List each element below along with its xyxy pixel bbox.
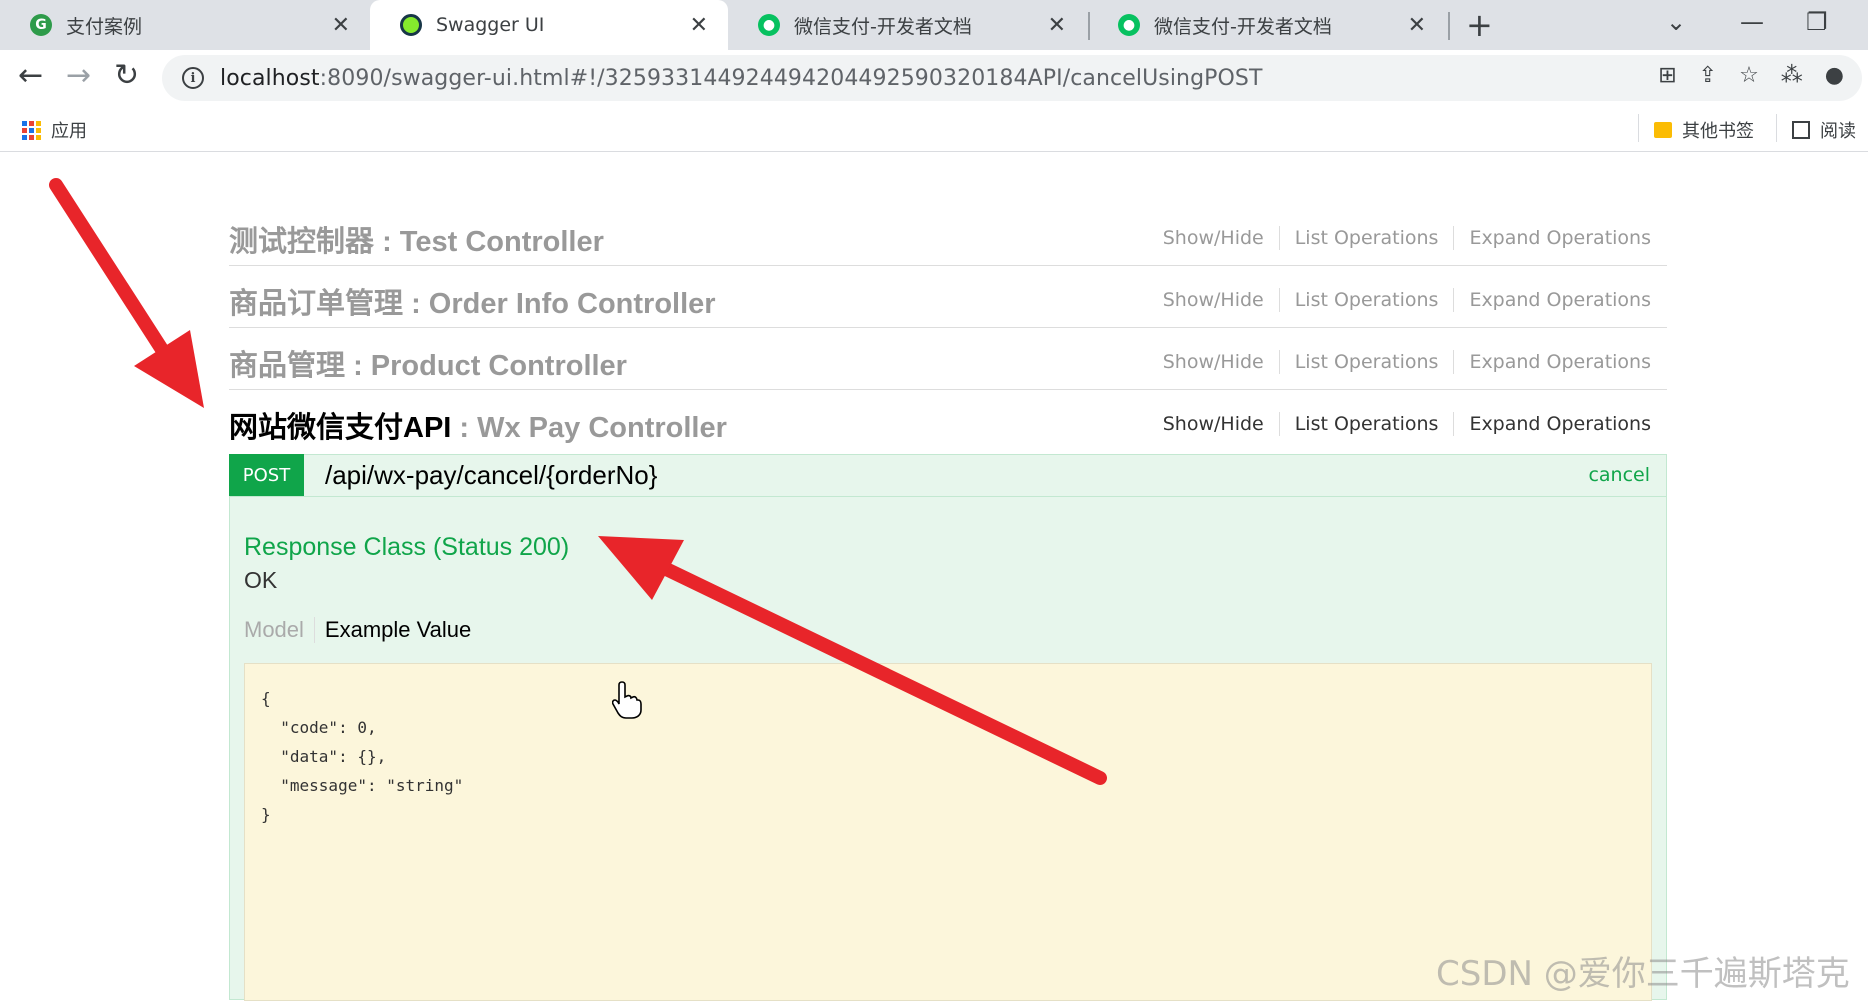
folder-icon (1654, 122, 1672, 138)
expand-operations-link[interactable]: Expand Operations (1454, 227, 1651, 249)
browser-tab-2[interactable]: Swagger UI ✕ (370, 0, 728, 50)
operation-heading[interactable]: POST /api/wx-pay/cancel/{orderNo} cancel (229, 454, 1666, 497)
resource-ops: Show/Hide List Operations Expand Operati… (1148, 350, 1651, 374)
resource-ops: Show/Hide List Operations Expand Operati… (1148, 412, 1651, 436)
resource-title[interactable]: 商品订单管理 : Order Info Controller (229, 280, 716, 322)
example-json: { "code": 0, "data": {}, "message": "str… (261, 689, 464, 824)
extension-icon[interactable]: ⁂ (1781, 63, 1803, 88)
show-hide-link[interactable]: Show/Hide (1148, 227, 1279, 249)
show-hide-link[interactable]: Show/Hide (1148, 289, 1279, 311)
profile-icon[interactable]: ● (1825, 63, 1844, 88)
star-icon[interactable]: ☆ (1739, 63, 1759, 88)
browser-tab-title: 支付案例 (66, 15, 143, 38)
tab-model[interactable]: Model (244, 617, 315, 643)
new-tab-button[interactable]: + (1466, 6, 1493, 44)
bookmark-separator (1638, 114, 1639, 142)
resource-product-controller: 商品管理 : Product Controller Show/Hide List… (229, 328, 1667, 390)
browser-toolbar: ← → ↻ i localhost:8090/swagger-ui.html#!… (0, 50, 1868, 108)
bookmark-separator (1776, 114, 1777, 142)
reload-icon[interactable]: ↻ (114, 58, 139, 93)
url-text[interactable]: localhost:8090/swagger-ui.html#!/3259331… (220, 66, 1263, 91)
expand-operations-link[interactable]: Expand Operations (1454, 351, 1651, 373)
close-icon[interactable]: ✕ (1048, 13, 1066, 38)
response-class-heading: Response Class (Status 200) (244, 533, 570, 561)
browser-tab-strip: G 支付案例 ✕ Swagger UI ✕ ● 微信支付-开发者文档 ✕ ● 微… (0, 0, 1868, 50)
list-operations-link[interactable]: List Operations (1280, 413, 1454, 435)
close-icon[interactable]: ✕ (1408, 13, 1426, 38)
close-icon[interactable]: ✕ (690, 13, 708, 38)
operation-post-cancel: POST /api/wx-pay/cancel/{orderNo} cancel… (229, 454, 1667, 1001)
other-bookmarks[interactable]: 其他书签 (1654, 117, 1754, 143)
list-operations-link[interactable]: List Operations (1280, 289, 1454, 311)
reading-list-label: 阅读 (1820, 121, 1856, 142)
browser-tab-title: 微信支付-开发者文档 (1154, 15, 1332, 38)
back-icon[interactable]: ← (18, 58, 43, 93)
expand-operations-link[interactable]: Expand Operations (1454, 289, 1651, 311)
apps-grid-icon (22, 120, 41, 140)
reading-list[interactable]: 阅读 (1792, 117, 1856, 143)
show-hide-link[interactable]: Show/Hide (1148, 351, 1279, 373)
apps-label: 应用 (51, 121, 87, 142)
arrow-pointing-wx-pay-controller (49, 178, 204, 408)
wechat-icon: ● (758, 14, 780, 36)
resource-test-controller: 测试控制器 : Test Controller Show/Hide List O… (229, 204, 1667, 266)
model-tabs: Model Example Value (244, 617, 471, 643)
browser-tab-3[interactable]: ● 微信支付-开发者文档 ✕ (728, 0, 1086, 50)
restore-icon[interactable]: ❐ (1806, 8, 1828, 36)
expand-operations-link[interactable]: Expand Operations (1454, 413, 1651, 435)
tab-search-icon[interactable]: ⌄ (1666, 8, 1686, 36)
forward-icon[interactable]: → (66, 58, 91, 93)
url-host: localhost (220, 65, 320, 91)
g-icon: G (30, 14, 52, 36)
swagger-icon (400, 14, 422, 36)
translate-icon[interactable]: ⊞ (1658, 63, 1676, 88)
browser-tab-4[interactable]: ● 微信支付-开发者文档 ✕ (1088, 0, 1446, 50)
wechat-icon: ● (1118, 14, 1140, 36)
tab-separator (1448, 12, 1450, 40)
url-path: :8090/swagger-ui.html#!/3259331449244942… (319, 65, 1263, 91)
watermark: CSDN @爱你三千遍斯塔克 (1436, 954, 1850, 994)
response-description: OK (244, 567, 278, 593)
browser-tab-title: Swagger UI (436, 14, 545, 36)
browser-tab-title: 微信支付-开发者文档 (794, 15, 972, 38)
other-bookmarks-label: 其他书签 (1682, 121, 1754, 142)
hand-cursor-icon (612, 681, 642, 719)
info-icon[interactable]: i (182, 67, 204, 89)
resource-wx-pay-controller: 网站微信支付API : Wx Pay Controller Show/Hide … (229, 390, 1667, 452)
resource-title[interactable]: 网站微信支付API : Wx Pay Controller (229, 404, 727, 446)
close-icon[interactable]: ✕ (332, 13, 350, 38)
bookmarks-bar: 应用 其他书签 阅读 (0, 108, 1868, 152)
operation-summary[interactable]: cancel (1588, 464, 1650, 486)
swagger-resources: 测试控制器 : Test Controller Show/Hide List O… (229, 152, 1667, 1001)
resource-ops: Show/Hide List Operations Expand Operati… (1148, 288, 1651, 312)
resource-title[interactable]: 商品管理 : Product Controller (229, 342, 627, 384)
omnibox-actions: ⊞ ⇪ ☆ ⁂ ● (1658, 63, 1844, 88)
reading-list-icon (1792, 121, 1810, 139)
tab-example-value[interactable]: Example Value (315, 617, 471, 643)
minimize-icon[interactable]: — (1740, 8, 1764, 36)
resource-order-info-controller: 商品订单管理 : Order Info Controller Show/Hide… (229, 266, 1667, 328)
list-operations-link[interactable]: List Operations (1280, 227, 1454, 249)
apps-bookmark[interactable]: 应用 (22, 117, 87, 143)
show-hide-link[interactable]: Show/Hide (1148, 413, 1279, 435)
http-method-badge[interactable]: POST (229, 454, 304, 496)
browser-tab-1[interactable]: G 支付案例 ✕ (0, 0, 370, 50)
address-bar[interactable]: i localhost:8090/swagger-ui.html#!/32593… (162, 55, 1862, 101)
resource-ops: Show/Hide List Operations Expand Operati… (1148, 226, 1651, 250)
list-operations-link[interactable]: List Operations (1280, 351, 1454, 373)
resource-title[interactable]: 测试控制器 : Test Controller (229, 218, 604, 260)
operation-path[interactable]: /api/wx-pay/cancel/{orderNo} (325, 460, 657, 491)
share-icon[interactable]: ⇪ (1699, 63, 1717, 88)
